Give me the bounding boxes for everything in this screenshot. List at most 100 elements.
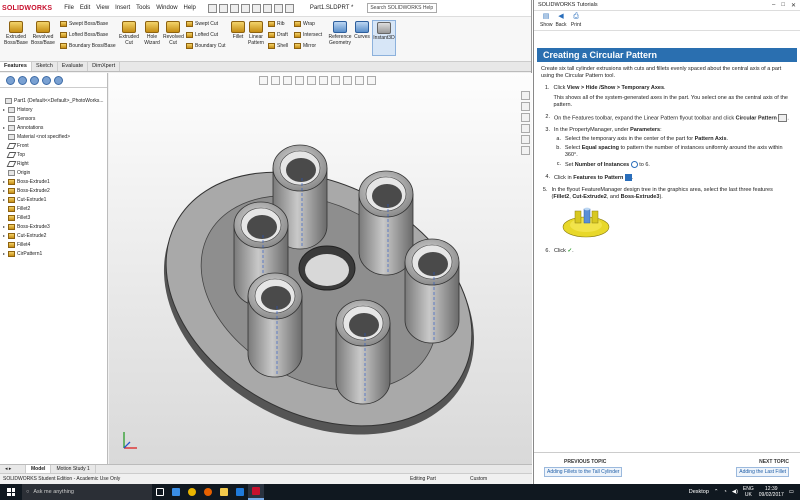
menu-path-link[interactable]: View > Hide /Show > Temporary Axes [567, 85, 664, 91]
tree-item[interactable]: Front [0, 141, 107, 150]
tab-nav-arrows[interactable]: ◂ ▸ [0, 465, 26, 473]
feature-icon [8, 169, 15, 176]
cortana-search[interactable]: ○ Ask me anything [22, 484, 152, 500]
taskbar-chrome[interactable] [184, 484, 200, 500]
mirror-button[interactable]: Mirror [294, 43, 316, 49]
tree-item[interactable]: ▸ Boss-Extrude1 [0, 177, 107, 186]
circular-pattern-link[interactable]: Circular Pattern [736, 115, 777, 121]
print-button[interactable]: ⎙ Print [570, 13, 582, 28]
close-icon[interactable]: ✕ [791, 2, 796, 9]
swept-cut-button[interactable]: Swept Cut [186, 21, 218, 27]
tree-item[interactable]: Fillet3 [0, 213, 107, 222]
step-text: . [631, 175, 634, 182]
menu-window[interactable]: Window [156, 5, 177, 11]
tab-sketch[interactable]: Sketch [32, 62, 58, 71]
tree-item[interactable]: Fillet4 [0, 240, 107, 249]
curves-button[interactable]: Curves [353, 21, 371, 40]
swept-boss-button[interactable]: Swept Boss/Base [60, 21, 108, 27]
hole-wizard-button[interactable]: Hole Wizard [142, 21, 162, 46]
maximize-icon[interactable]: □ [781, 2, 785, 9]
graphics-area[interactable] [109, 73, 532, 464]
notifications-icon[interactable]: ▭ [789, 489, 794, 495]
tree-item[interactable]: ▸ Boss-Extrude2 [0, 186, 107, 195]
back-button[interactable]: ◀ Back [555, 13, 567, 28]
search-help-input[interactable]: Search SOLIDWORKS Help [367, 3, 438, 13]
new-file-icon[interactable] [207, 3, 217, 13]
task-view-button[interactable] [152, 484, 168, 500]
linear-pattern-button[interactable]: Linear Pattern [246, 21, 266, 46]
intersect-button[interactable]: Intersect [294, 32, 322, 38]
tray-arrow-icon[interactable]: ⌃ [714, 489, 719, 495]
tab-evaluate[interactable]: Evaluate [58, 62, 89, 71]
select-icon[interactable] [262, 3, 272, 13]
fillet-button[interactable]: Fillet [230, 21, 246, 40]
taskbar-edge[interactable] [168, 484, 184, 500]
save-icon[interactable] [229, 3, 239, 13]
feature-tree-tab-icon[interactable] [6, 76, 15, 85]
tree-item[interactable]: Origin [0, 168, 107, 177]
tree-item[interactable]: ▸ Boss-Extrude3 [0, 222, 107, 231]
tree-item[interactable]: ▸ Cut-Extrude1 [0, 195, 107, 204]
extruded-cut-button[interactable]: Extruded Cut [118, 21, 140, 46]
minimize-icon[interactable]: – [772, 2, 775, 9]
rib-button[interactable]: Rib [268, 21, 285, 27]
taskbar-store[interactable] [232, 484, 248, 500]
wrap-button[interactable]: Wrap [294, 21, 315, 27]
tree-item[interactable]: Fillet2 [0, 204, 107, 213]
menu-tools[interactable]: Tools [136, 5, 150, 11]
tree-item[interactable]: ▸ History [0, 105, 107, 114]
taskbar-firefox[interactable] [200, 484, 216, 500]
lofted-boss-button[interactable]: Lofted Boss/Base [60, 32, 108, 38]
start-button[interactable] [0, 484, 22, 500]
undo-icon[interactable] [251, 3, 261, 13]
menu-help[interactable]: Help [184, 5, 196, 11]
tab-features[interactable]: Features [0, 62, 32, 71]
tree-item[interactable]: Right [0, 159, 107, 168]
reference-geometry-button[interactable]: Reference Geometry [328, 21, 352, 46]
display-manager-tab-icon[interactable] [54, 76, 63, 85]
boundary-boss-button[interactable]: Boundary Boss/Base [60, 43, 116, 49]
extruded-boss-button[interactable]: Extruded Boss/Base [4, 21, 28, 46]
menu-file[interactable]: File [64, 5, 74, 11]
tree-item[interactable]: Sensors [0, 114, 107, 123]
menu-edit[interactable]: Edit [80, 5, 90, 11]
print-icon[interactable] [240, 3, 250, 13]
menu-insert[interactable]: Insert [115, 5, 130, 11]
clock-date: 09/02/2017 [758, 492, 784, 498]
part-model[interactable] [109, 73, 532, 464]
language-indicator[interactable]: ENG UK [743, 486, 754, 498]
tab-model[interactable]: Model [26, 465, 52, 473]
revolved-boss-button[interactable]: Revolved Boss/Base [30, 21, 56, 46]
instant3d-button[interactable]: Instant3D [372, 20, 396, 56]
network-icon[interactable]: ◔ [724, 489, 727, 495]
boundary-cut-button[interactable]: Boundary Cut [186, 43, 226, 49]
tree-item[interactable]: ▸ Annotations [0, 123, 107, 132]
tree-item[interactable]: Top [0, 150, 107, 159]
options-icon[interactable] [284, 3, 294, 13]
lofted-cut-button[interactable]: Lofted Cut [186, 32, 218, 38]
tab-motion-study[interactable]: Motion Study 1 [51, 465, 96, 473]
open-file-icon[interactable] [218, 3, 228, 13]
shell-button[interactable]: Shell [268, 43, 288, 49]
volume-icon[interactable]: ◀) [732, 489, 738, 495]
taskbar-solidworks[interactable] [248, 484, 264, 500]
next-topic-link[interactable]: Adding the Last Fillet [736, 467, 789, 477]
revolved-cut-button[interactable]: Revolved Cut [163, 21, 184, 46]
tree-item[interactable]: Material <not specified> [0, 132, 107, 141]
tree-item[interactable]: ▸ CirPattern1 [0, 249, 107, 258]
taskbar-explorer[interactable] [216, 484, 232, 500]
tree-item[interactable]: Part1 (Default<<Default>_PhotoWorks... [0, 96, 107, 105]
tab-dimxpert[interactable]: DimXpert [88, 62, 121, 71]
clock[interactable]: 12:39 09/02/2017 [759, 486, 784, 498]
dimxpert-manager-tab-icon[interactable] [42, 76, 51, 85]
show-button[interactable]: ▤ Show [540, 13, 553, 28]
property-manager-tab-icon[interactable] [18, 76, 27, 85]
configuration-manager-tab-icon[interactable] [30, 76, 39, 85]
units-selector[interactable]: Custom [470, 476, 520, 482]
desktop-toolbar[interactable]: Desktop [689, 489, 709, 495]
draft-button[interactable]: Draft [268, 32, 288, 38]
rebuild-icon[interactable] [273, 3, 283, 13]
menu-view[interactable]: View [96, 5, 109, 11]
tree-item[interactable]: ▸ Cut-Extrude2 [0, 231, 107, 240]
previous-topic-link[interactable]: Adding Fillets to the Tall Cylinder [544, 467, 623, 477]
